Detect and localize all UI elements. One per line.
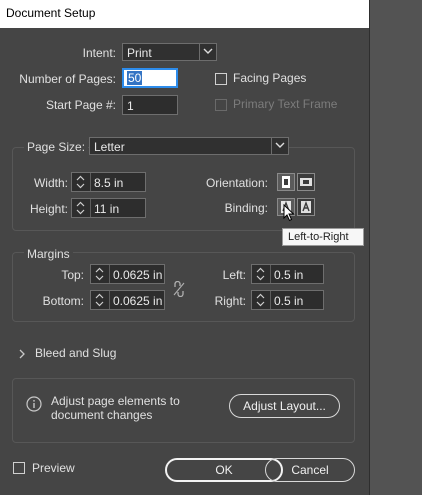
document-setup-dialog: Document Setup Intent: Print Number of P… bbox=[0, 0, 370, 495]
margin-bottom-field[interactable]: 0.0625 in bbox=[90, 290, 165, 310]
stepper-icon[interactable] bbox=[72, 173, 91, 191]
intent-dropdown[interactable]: Print bbox=[122, 43, 217, 61]
chevron-down-icon bbox=[271, 138, 288, 154]
page-size-dropdown[interactable]: Letter bbox=[89, 137, 289, 155]
dialog-title: Document Setup bbox=[6, 6, 96, 20]
margin-left-value: 0.5 in bbox=[274, 268, 304, 282]
stepper-icon[interactable] bbox=[91, 265, 110, 283]
height-field[interactable]: 11 in bbox=[71, 198, 146, 218]
binding-right-to-left-icon[interactable] bbox=[297, 198, 315, 216]
binding-label: Binding: bbox=[224, 201, 268, 215]
margin-left-field[interactable]: 0.5 in bbox=[251, 264, 324, 284]
cancel-button[interactable]: Cancel bbox=[265, 458, 355, 482]
margin-bottom-label: Bottom: bbox=[42, 294, 84, 308]
intent-label: Intent: bbox=[82, 46, 116, 60]
orientation-label: Orientation: bbox=[205, 176, 268, 190]
adjust-layout-button[interactable]: Adjust Layout... bbox=[229, 394, 340, 418]
chevron-down-icon bbox=[199, 44, 216, 60]
margin-right-label: Right: bbox=[214, 294, 246, 308]
bleed-and-slug-label: Bleed and Slug bbox=[35, 346, 117, 360]
margin-top-value: 0.0625 in bbox=[113, 268, 163, 282]
stepper-icon[interactable] bbox=[252, 291, 271, 309]
title-bar: Document Setup bbox=[0, 0, 369, 28]
stepper-icon[interactable] bbox=[72, 199, 91, 217]
page-size-value: Letter bbox=[94, 140, 125, 154]
cursor-icon bbox=[283, 203, 295, 225]
primary-text-frame-label: Primary Text Frame bbox=[233, 97, 338, 111]
height-value: 11 in bbox=[94, 202, 120, 216]
landscape-icon[interactable] bbox=[297, 173, 315, 191]
adjust-message-line1: Adjust page elements to bbox=[51, 394, 180, 408]
margin-right-field[interactable]: 0.5 in bbox=[251, 290, 324, 310]
height-label: Height: bbox=[29, 202, 68, 216]
adjust-message-line2: document changes bbox=[51, 408, 153, 422]
facing-pages-checkbox[interactable] bbox=[215, 73, 227, 85]
primary-text-frame-checkbox[interactable] bbox=[215, 99, 227, 111]
width-field[interactable]: 8.5 in bbox=[71, 172, 146, 192]
start-page-label: Start Page #: bbox=[45, 98, 116, 112]
facing-pages-label: Facing Pages bbox=[233, 71, 307, 85]
preview-checkbox[interactable] bbox=[13, 462, 25, 474]
width-label: Width: bbox=[33, 176, 68, 190]
number-of-pages-value: 50 bbox=[127, 71, 143, 85]
portrait-icon[interactable] bbox=[277, 173, 295, 191]
start-page-value: 1 bbox=[127, 99, 134, 113]
margin-top-label: Top: bbox=[61, 268, 84, 282]
binding-tooltip: Left-to-Right bbox=[282, 228, 364, 246]
stepper-icon[interactable] bbox=[91, 291, 110, 309]
margin-top-field[interactable]: 0.0625 in bbox=[90, 264, 165, 284]
number-of-pages-field[interactable]: 50 bbox=[122, 68, 178, 88]
disclosure-triangle-icon bbox=[19, 349, 25, 359]
link-broken-icon[interactable] bbox=[172, 280, 186, 300]
start-page-field[interactable]: 1 bbox=[122, 95, 178, 115]
intent-value: Print bbox=[127, 46, 152, 60]
margin-right-value: 0.5 in bbox=[274, 294, 304, 308]
preview-label: Preview bbox=[32, 461, 75, 475]
stepper-icon[interactable] bbox=[252, 265, 271, 283]
number-of-pages-label: Number of Pages: bbox=[19, 72, 116, 86]
margins-heading: Margins bbox=[24, 247, 73, 261]
margin-left-label: Left: bbox=[222, 268, 246, 282]
margin-bottom-value: 0.0625 in bbox=[113, 294, 163, 308]
width-value: 8.5 in bbox=[94, 176, 124, 190]
page-size-label: Page Size: bbox=[24, 140, 89, 154]
bleed-and-slug-disclosure[interactable]: Bleed and Slug bbox=[18, 346, 148, 362]
info-icon bbox=[26, 396, 42, 415]
